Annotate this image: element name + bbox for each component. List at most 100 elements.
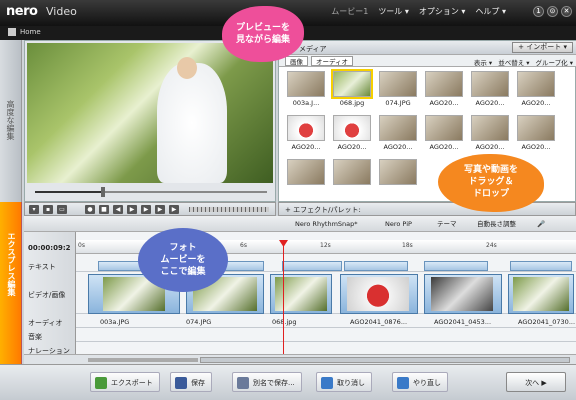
text-clip[interactable] (510, 261, 572, 271)
rewind-icon[interactable]: ◀ (113, 205, 123, 214)
media-thumbnail[interactable] (517, 115, 555, 141)
timeline-scrollbar[interactable] (200, 357, 570, 363)
thumbnail-label: AGO20... (291, 143, 321, 151)
save-as-button[interactable]: 別名で保存... (232, 372, 302, 392)
tick-label: 24s (486, 242, 497, 249)
window-controls: 1 ⊙ ✕ (533, 6, 572, 17)
export-label: エクスポート (111, 379, 153, 387)
effects-bar[interactable]: + エフェクト/パレット: (278, 202, 576, 216)
sort-menu[interactable]: 並べ替え ▾ (498, 57, 529, 67)
clip-name: 068.jpg (272, 318, 297, 326)
clip-thumbnail (513, 277, 569, 311)
media-thumbnail[interactable] (471, 115, 509, 141)
media-tabs: 画像 オーディオ 表示 ▾ 並べ替え ▾ グループ化 ▾ (279, 55, 576, 67)
media-header: メディア + インポート ▾ (279, 41, 576, 55)
tab-audio[interactable]: オーディオ (311, 56, 354, 66)
auto-length-button[interactable]: 自動長さ調整 (474, 219, 519, 229)
tab-images[interactable]: 画像 (285, 56, 308, 66)
media-thumbnail[interactable] (333, 115, 371, 141)
media-thumbnail[interactable] (331, 69, 373, 99)
tick-label: 0s (78, 242, 85, 249)
camera-icon[interactable]: ● (85, 205, 95, 214)
import-button[interactable]: + インポート ▾ (512, 42, 573, 53)
jog-slider[interactable] (189, 207, 269, 212)
callout-line: 見ながら編集 (235, 35, 290, 45)
effects-label: + エフェクト/パレット: (285, 206, 361, 214)
media-thumbnail[interactable] (471, 71, 509, 97)
menu-options[interactable]: オプション ▾ (419, 6, 466, 17)
media-thumbnail[interactable] (425, 71, 463, 97)
menu-tools[interactable]: ツール ▾ (378, 6, 409, 17)
media-thumbnail[interactable] (287, 115, 325, 141)
media-thumbnail[interactable] (333, 159, 371, 185)
menu-window-hint: ムービー1 (331, 7, 369, 16)
display-mode-icon[interactable]: ▭ (57, 205, 67, 214)
timeline-scroll-row (24, 354, 576, 364)
info-button[interactable]: 1 (533, 6, 544, 17)
seek-handle[interactable] (101, 187, 105, 197)
save-button[interactable]: 保存 (170, 372, 212, 392)
app-logo: nero (6, 4, 38, 19)
bride-figure (157, 63, 227, 183)
media-tools: 表示 ▾ 並べ替え ▾ グループ化 ▾ (474, 57, 573, 67)
playhead[interactable] (283, 244, 284, 356)
callout-line: ドロップ (472, 189, 509, 199)
text-clip[interactable] (424, 261, 488, 271)
bride-face (177, 57, 197, 79)
text-clip[interactable] (344, 261, 408, 271)
playback-options-icon[interactable]: ▾ (29, 205, 39, 214)
preview-seek-bar[interactable] (29, 187, 273, 197)
forward-icon[interactable]: ▶ (141, 205, 151, 214)
thumbnail-label: AGO20... (429, 99, 459, 107)
home-icon[interactable] (8, 28, 16, 36)
callout-line: ここで編集 (160, 267, 206, 277)
track-label-audio: オーディオ (28, 319, 63, 327)
track-label-text: テキスト (28, 263, 56, 271)
callout-preview: プレビューを 見ながら編集 (222, 6, 304, 62)
snapshot-icon[interactable]: ▪ (43, 205, 53, 214)
close-button[interactable]: ✕ (561, 6, 572, 17)
stop-icon[interactable]: ■ (99, 205, 109, 214)
media-thumbnail[interactable] (379, 115, 417, 141)
pip-button[interactable]: Nero PiP (382, 219, 415, 229)
undo-button[interactable]: 取り消し (316, 372, 372, 392)
save-label: 保存 (191, 379, 205, 387)
tab-express-edit[interactable]: エクスプレス編集 (0, 202, 22, 364)
theme-button[interactable]: テーマ (434, 219, 460, 229)
track-label-video: ビデオ/画像 (28, 291, 66, 299)
video-clip[interactable] (424, 274, 502, 314)
next-frame-icon[interactable]: ▶ (155, 205, 165, 214)
next-button[interactable]: 次へ ▶ (506, 372, 566, 392)
timeline: 00:00:09:2 テキスト ビデオ/画像 オーディオ 音楽 ナレーション 0… (24, 232, 576, 364)
menu-help[interactable]: ヘルプ ▾ (475, 6, 506, 17)
redo-icon (397, 377, 409, 389)
group-menu[interactable]: グループ化 ▾ (536, 57, 573, 67)
play-icon[interactable]: ▶ (127, 205, 137, 214)
callout-drag-drop: 写真や動画を ドラッグ＆ ドロップ (438, 154, 544, 212)
video-clip[interactable] (270, 274, 332, 314)
thumbnail-label: 068.jpg (339, 99, 365, 107)
music-track (76, 328, 576, 342)
clip-name: AGO2041_0876... (350, 318, 408, 326)
clip-name: 003a.JPG (100, 318, 130, 326)
tab-advanced-edit[interactable]: 高度な編集 (0, 40, 22, 202)
rhythmsnap-button[interactable]: Nero RhythmSnap* (292, 219, 361, 229)
breadcrumb-home[interactable]: Home (20, 28, 41, 36)
zoom-slider[interactable] (88, 358, 198, 362)
media-thumbnail[interactable] (287, 159, 325, 185)
view-menu[interactable]: 表示 ▾ (474, 57, 492, 67)
export-button[interactable]: エクスポート (90, 372, 160, 392)
video-clip[interactable] (508, 274, 574, 314)
media-thumbnail[interactable] (379, 159, 417, 185)
media-thumbnail[interactable] (517, 71, 555, 97)
redo-button[interactable]: やり直し (392, 372, 448, 392)
mic-icon[interactable]: 🎤 (534, 219, 548, 229)
video-clip[interactable] (340, 274, 418, 314)
settings-button[interactable]: ⊙ (547, 6, 558, 17)
text-clip[interactable] (282, 261, 342, 271)
preview-image (27, 43, 273, 183)
end-icon[interactable]: ▶ (169, 205, 179, 214)
media-thumbnail[interactable] (379, 71, 417, 97)
media-thumbnail[interactable] (425, 115, 463, 141)
media-thumbnail[interactable] (287, 71, 325, 97)
